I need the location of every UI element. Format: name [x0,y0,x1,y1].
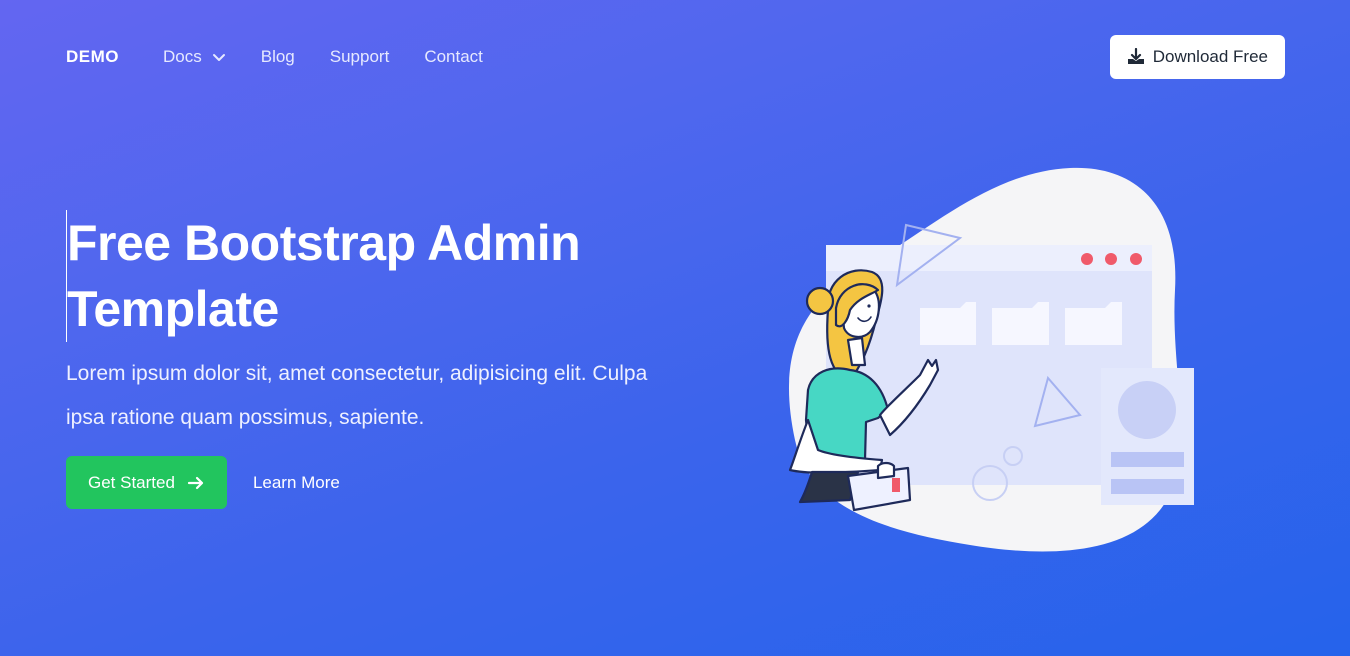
nav-link-blog[interactable]: Blog [261,47,295,67]
window-dot-1 [1081,253,1093,265]
chevron-down-icon [212,54,225,61]
nav-link-docs[interactable]: Docs [163,47,226,67]
get-started-button[interactable]: Get Started [66,456,227,509]
top-navbar: DEMO Docs Blog Support Contact Download … [66,35,1285,79]
get-started-label: Get Started [88,472,175,492]
hero-actions: Get Started Learn More [66,456,340,509]
face-eye [867,304,871,308]
profile-card-line-1 [1111,452,1184,467]
hero-title: Free Bootstrap Admin Template [66,210,666,342]
profile-card-line-2 [1111,479,1184,494]
hero-title-line2: Template [67,281,279,337]
download-free-button[interactable]: Download Free [1109,35,1285,79]
hero-title-line1: Free Bootstrap Admin [67,215,581,271]
download-free-label: Download Free [1152,47,1268,66]
hero-illustration [788,167,1194,552]
learn-more-link[interactable]: Learn More [253,473,340,493]
hero-subtitle: Lorem ipsum dolor sit, amet consectetur,… [66,362,648,429]
folder-2 [992,302,1049,345]
profile-card-avatar [1118,381,1176,439]
folder-1 [920,302,976,345]
brand-logo[interactable]: DEMO [66,47,119,67]
download-icon [1127,48,1144,64]
window-dot-3 [1130,253,1142,265]
nav-link-docs-label: Docs [163,47,202,66]
arrow-right-icon [187,476,204,489]
nav-link-contact[interactable]: Contact [424,47,483,67]
folder-3 [1065,302,1122,345]
nav-link-support[interactable]: Support [330,47,390,67]
window-dot-2 [1105,253,1117,265]
nav-links: Docs Blog Support Contact [163,47,483,67]
browser-topbar [826,245,1152,271]
